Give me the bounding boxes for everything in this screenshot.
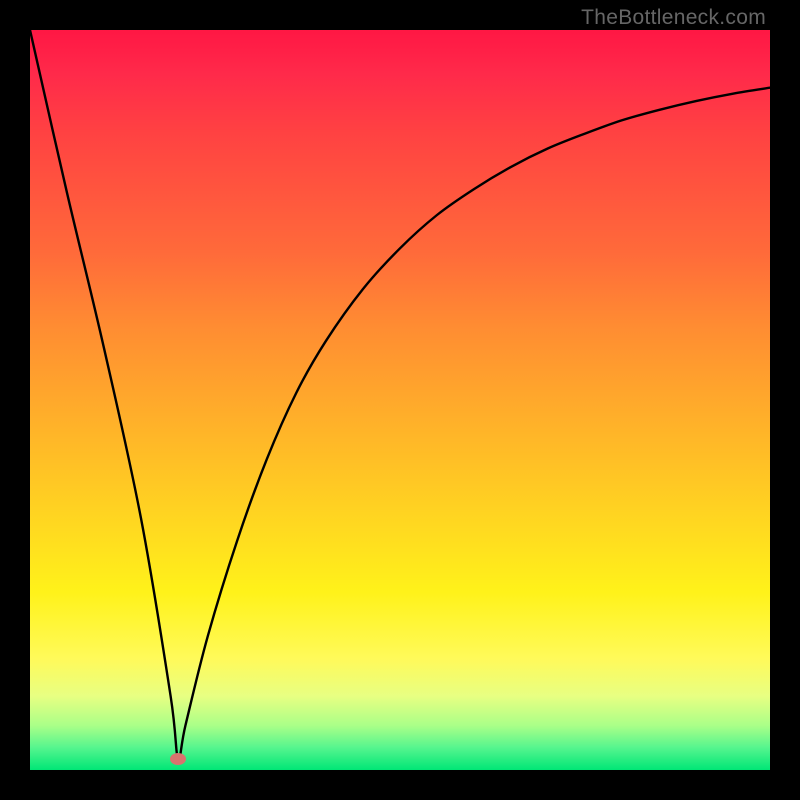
chart-frame: TheBottleneck.com (0, 0, 800, 800)
curve-path (30, 30, 770, 760)
minimum-marker (170, 753, 186, 765)
plot-area (30, 30, 770, 770)
watermark-text: TheBottleneck.com (581, 6, 766, 30)
curve-svg (30, 30, 770, 770)
